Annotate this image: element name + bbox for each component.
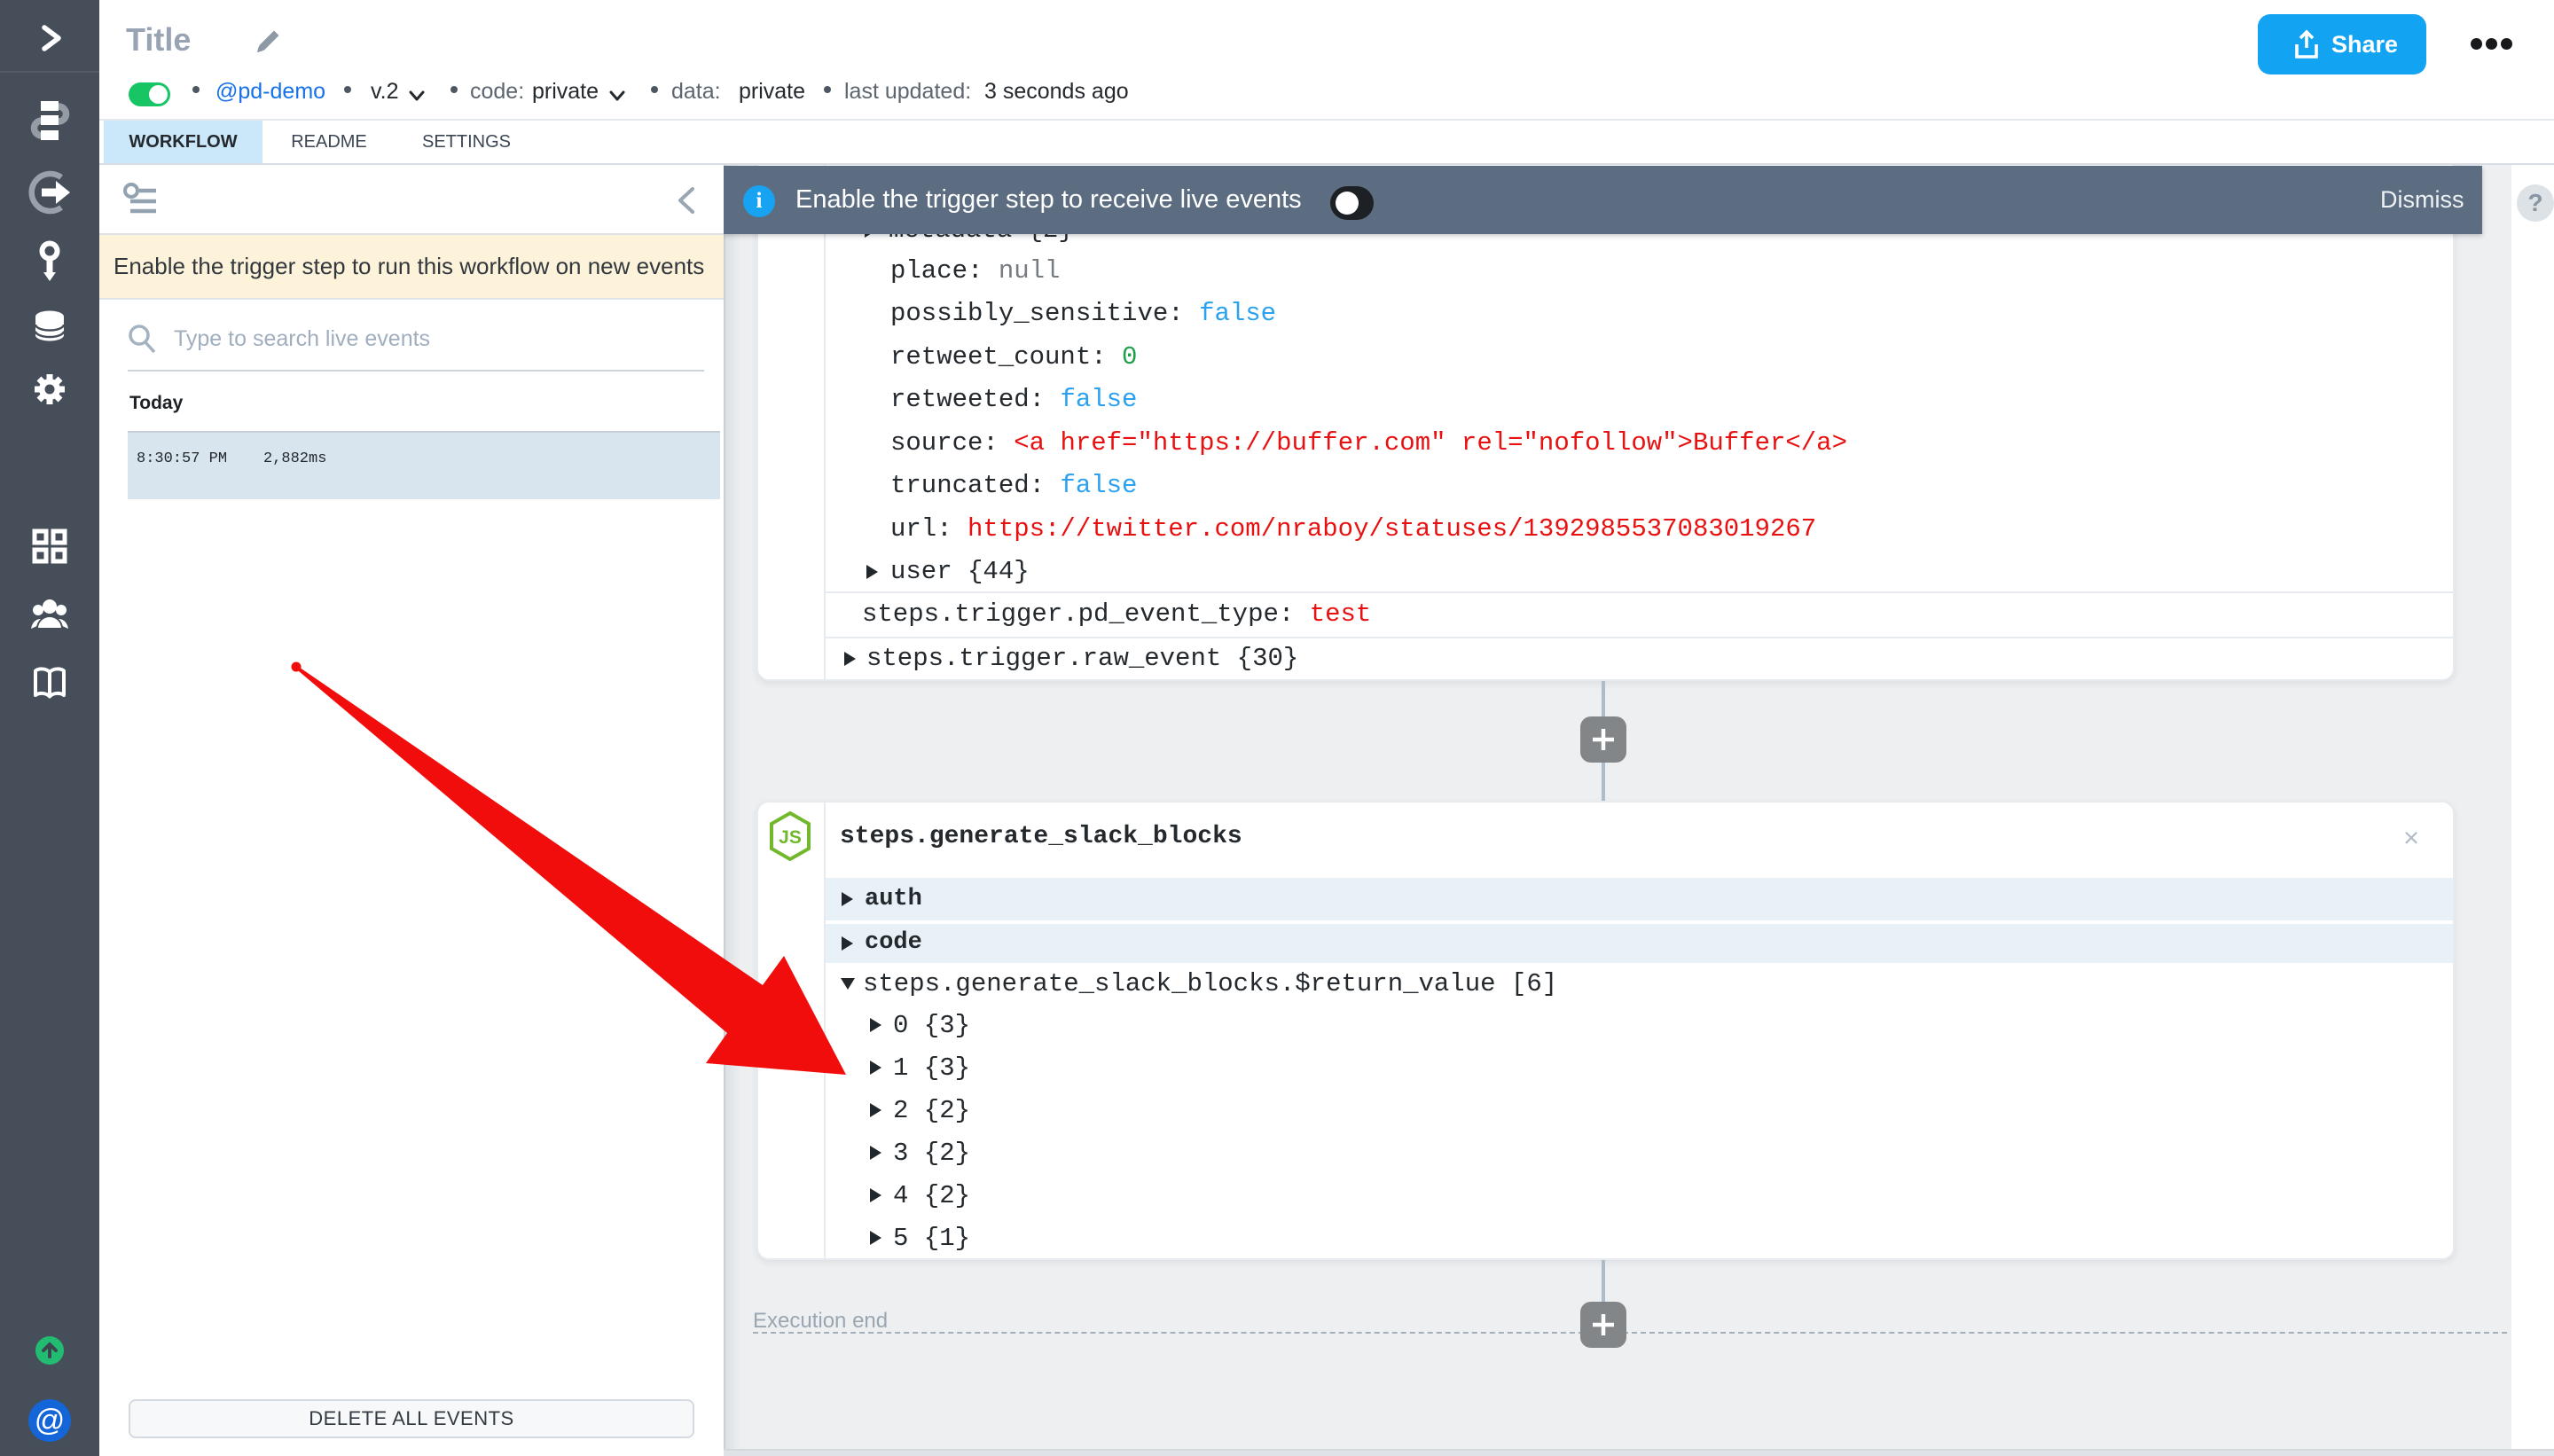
svg-text:JS: JS	[779, 827, 802, 848]
